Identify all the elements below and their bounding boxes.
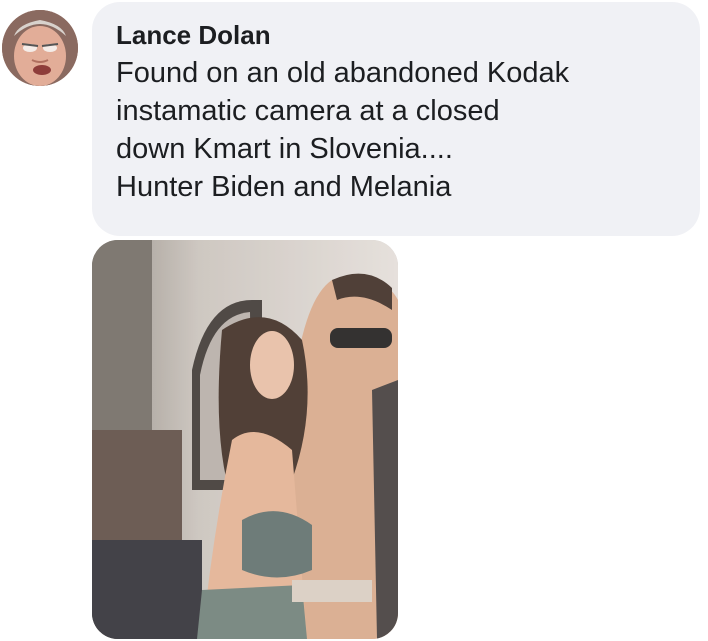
comment-author[interactable]: Lance Dolan <box>116 20 678 50</box>
avatar[interactable] <box>2 10 78 86</box>
comment-bubble: Lance Dolan Found on an old abandoned Ko… <box>92 2 700 236</box>
comment-text: Found on an old abandoned Kodak instamat… <box>116 57 570 203</box>
photo-image <box>92 240 398 639</box>
attached-photo[interactable] <box>92 240 398 639</box>
avatar-photo <box>2 10 78 86</box>
comment-thread: Lance Dolan Found on an old abandoned Ko… <box>0 0 708 641</box>
